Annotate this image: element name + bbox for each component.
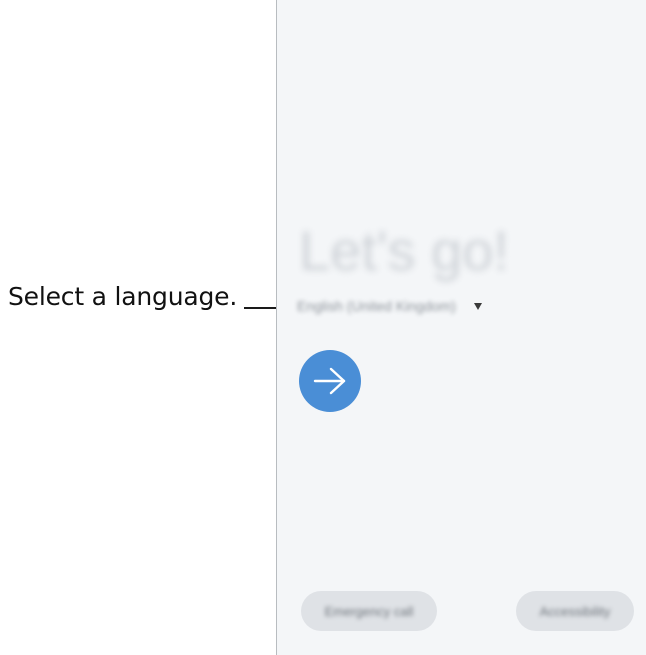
welcome-heading: Let's go! (299, 219, 509, 282)
accessibility-label: Accessibility (539, 603, 611, 619)
accessibility-button[interactable]: Accessibility (516, 591, 634, 631)
dropdown-arrow-icon (473, 302, 482, 310)
callout-label: Select a language. (8, 282, 238, 311)
language-select-value: English (United Kingdom) (297, 298, 456, 314)
phone-screen: Let's go! English (United Kingdom) Emerg… (276, 0, 646, 655)
language-select[interactable]: English (United Kingdom) (297, 290, 527, 322)
arrow-right-icon (313, 367, 346, 395)
next-button[interactable] (299, 350, 361, 412)
emergency-call-label: Emergency call (324, 603, 414, 619)
emergency-call-button[interactable]: Emergency call (301, 591, 437, 631)
